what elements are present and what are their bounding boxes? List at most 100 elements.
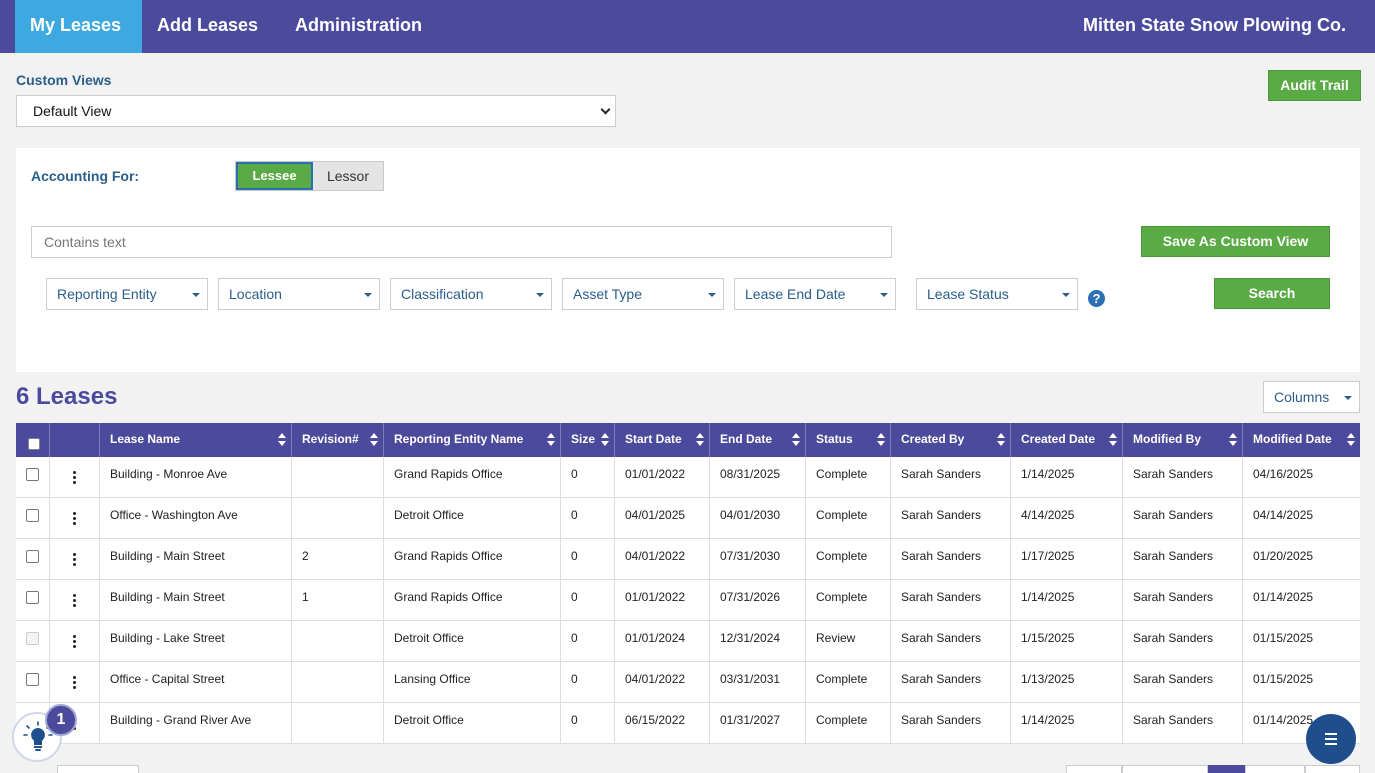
col-revision[interactable]: Revision#	[292, 423, 384, 457]
col-modified-date[interactable]: Modified Date	[1243, 423, 1360, 457]
menu-fab-button[interactable]	[1306, 714, 1356, 764]
dropdown-label: Reporting Entity	[57, 286, 157, 302]
col-label: Status	[816, 432, 853, 446]
hints-count-badge: 1	[45, 704, 77, 736]
columns-button[interactable]: Columns	[1263, 381, 1360, 413]
lessor-toggle[interactable]: Lessor	[313, 162, 383, 190]
lessee-toggle[interactable]: Lessee	[236, 162, 313, 190]
audit-trail-button[interactable]: Audit Trail	[1268, 70, 1361, 101]
cell-created-date: 4/14/2025	[1011, 498, 1123, 539]
location-dropdown[interactable]: Location	[218, 278, 380, 310]
col-size[interactable]: Size	[561, 423, 615, 457]
pager-current-page[interactable]	[1208, 765, 1245, 773]
col-label: Size	[571, 432, 596, 446]
col-label: End Date	[720, 432, 773, 446]
cell-lease-name: Building - Main Street	[100, 539, 292, 580]
pager-prev[interactable]	[1066, 765, 1122, 773]
actions-header	[50, 423, 100, 457]
select-all-cell	[16, 423, 50, 457]
search-button[interactable]: Search	[1214, 278, 1330, 309]
col-label: Modified Date	[1253, 432, 1332, 446]
col-reporting-entity-name[interactable]: Reporting Entity Name	[384, 423, 561, 457]
cell-modified-by: Sarah Sanders	[1123, 457, 1243, 498]
table-row[interactable]: Building - Main Street 2 Grand Rapids Offi…	[16, 539, 1360, 580]
cell-revision: 2	[292, 539, 384, 580]
table-row[interactable]: Building - Main Street 1 Grand Rapids Offi…	[16, 580, 1360, 621]
cell-size: 0	[561, 457, 615, 498]
cell-created-by: Sarah Sanders	[891, 498, 1011, 539]
dropdown-label: Classification	[401, 286, 484, 302]
tab-add-leases[interactable]: Add Leases	[142, 0, 273, 53]
col-end-date[interactable]: End Date	[710, 423, 806, 457]
cell-revision	[292, 662, 384, 703]
cell-modified-by: Sarah Sanders	[1123, 662, 1243, 703]
col-modified-by[interactable]: Modified By	[1123, 423, 1243, 457]
classification-dropdown[interactable]: Classification	[390, 278, 552, 310]
tab-my-leases[interactable]: My Leases	[15, 0, 142, 53]
table-row[interactable]: Office - Capital Street Lansing Office 0 04…	[16, 662, 1360, 703]
cell-reporting-entity-name: Grand Rapids Office	[384, 457, 561, 498]
custom-view-select[interactable]: Default View	[16, 95, 616, 127]
row-checkbox[interactable]	[26, 550, 39, 563]
kebab-menu-icon[interactable]	[73, 635, 77, 649]
table-row[interactable]: Building - Monroe Ave Grand Rapids Office…	[16, 457, 1360, 498]
lease-status-dropdown[interactable]: Lease Status	[916, 278, 1078, 310]
row-checkbox[interactable]	[26, 468, 39, 481]
question-circle-icon[interactable]: ?	[1088, 290, 1105, 307]
caret-down-icon	[1062, 293, 1070, 297]
cell-created-by: Sarah Sanders	[891, 703, 1011, 744]
cell-end-date: 07/31/2030	[710, 539, 806, 580]
col-created-by[interactable]: Created By	[891, 423, 1011, 457]
col-created-date[interactable]: Created Date	[1011, 423, 1123, 457]
row-actions-cell	[50, 662, 100, 703]
sort-icon	[997, 433, 1005, 447]
cell-modified-by: Sarah Sanders	[1123, 539, 1243, 580]
tab-administration[interactable]: Administration	[280, 0, 437, 53]
row-checkbox[interactable]	[26, 591, 39, 604]
table-row[interactable]: Building - Lake Street Detroit Office 0 01/…	[16, 621, 1360, 662]
cell-lease-name: Building - Grand River Ave	[100, 703, 292, 744]
pager-next[interactable]	[1245, 765, 1305, 773]
cell-created-date: 1/13/2025	[1011, 662, 1123, 703]
lease-end-date-dropdown[interactable]: Lease End Date	[734, 278, 896, 310]
cell-end-date: 04/01/2030	[710, 498, 806, 539]
custom-view-selected: Default View	[33, 103, 112, 119]
kebab-menu-icon[interactable]	[73, 594, 77, 608]
table-row[interactable]: Office - Washington Ave Detroit Office 0 04…	[16, 498, 1360, 539]
save-custom-view-button[interactable]: Save As Custom View	[1141, 226, 1330, 257]
col-start-date[interactable]: Start Date	[615, 423, 710, 457]
kebab-menu-icon[interactable]	[73, 512, 77, 526]
cell-created-date: 1/14/2025	[1011, 457, 1123, 498]
cell-revision	[292, 621, 384, 662]
top-nav: My Leases Add Leases Administration Mitt…	[0, 0, 1375, 53]
cell-reporting-entity-name: Lansing Office	[384, 662, 561, 703]
row-actions-cell	[50, 457, 100, 498]
accounting-toggle: Lessee Lessor	[235, 161, 384, 191]
kebab-menu-icon[interactable]	[73, 553, 77, 567]
table-header: Lease Name Revision# Reporting Entity Na…	[16, 423, 1360, 457]
kebab-menu-icon[interactable]	[73, 676, 77, 690]
pager-last[interactable]	[1305, 765, 1360, 773]
cell-created-by: Sarah Sanders	[891, 662, 1011, 703]
page-size-select[interactable]	[57, 765, 139, 773]
sort-icon	[278, 433, 286, 447]
cell-end-date: 12/31/2024	[710, 621, 806, 662]
col-label: Reporting Entity Name	[394, 432, 524, 446]
cell-modified-date: 01/20/2025	[1253, 549, 1314, 563]
col-status[interactable]: Status	[806, 423, 891, 457]
select-all-checkbox[interactable]	[28, 438, 40, 450]
cell-created-by: Sarah Sanders	[891, 621, 1011, 662]
caret-down-icon	[880, 293, 888, 297]
row-checkbox[interactable]	[26, 673, 39, 686]
cell-reporting-entity-name: Detroit Office	[384, 621, 561, 662]
row-checkbox[interactable]	[26, 509, 39, 522]
kebab-menu-icon[interactable]	[73, 471, 77, 485]
cell-start-date: 01/01/2024	[615, 621, 710, 662]
pager-first[interactable]	[1122, 765, 1208, 773]
col-lease-name[interactable]: Lease Name	[100, 423, 292, 457]
cell-status: Complete	[806, 703, 891, 744]
table-row[interactable]: Building - Grand River Ave Detroit Office…	[16, 703, 1360, 744]
reporting-entity-dropdown[interactable]: Reporting Entity	[46, 278, 208, 310]
asset-type-dropdown[interactable]: Asset Type	[562, 278, 724, 310]
search-input[interactable]: Contains text	[31, 226, 892, 258]
